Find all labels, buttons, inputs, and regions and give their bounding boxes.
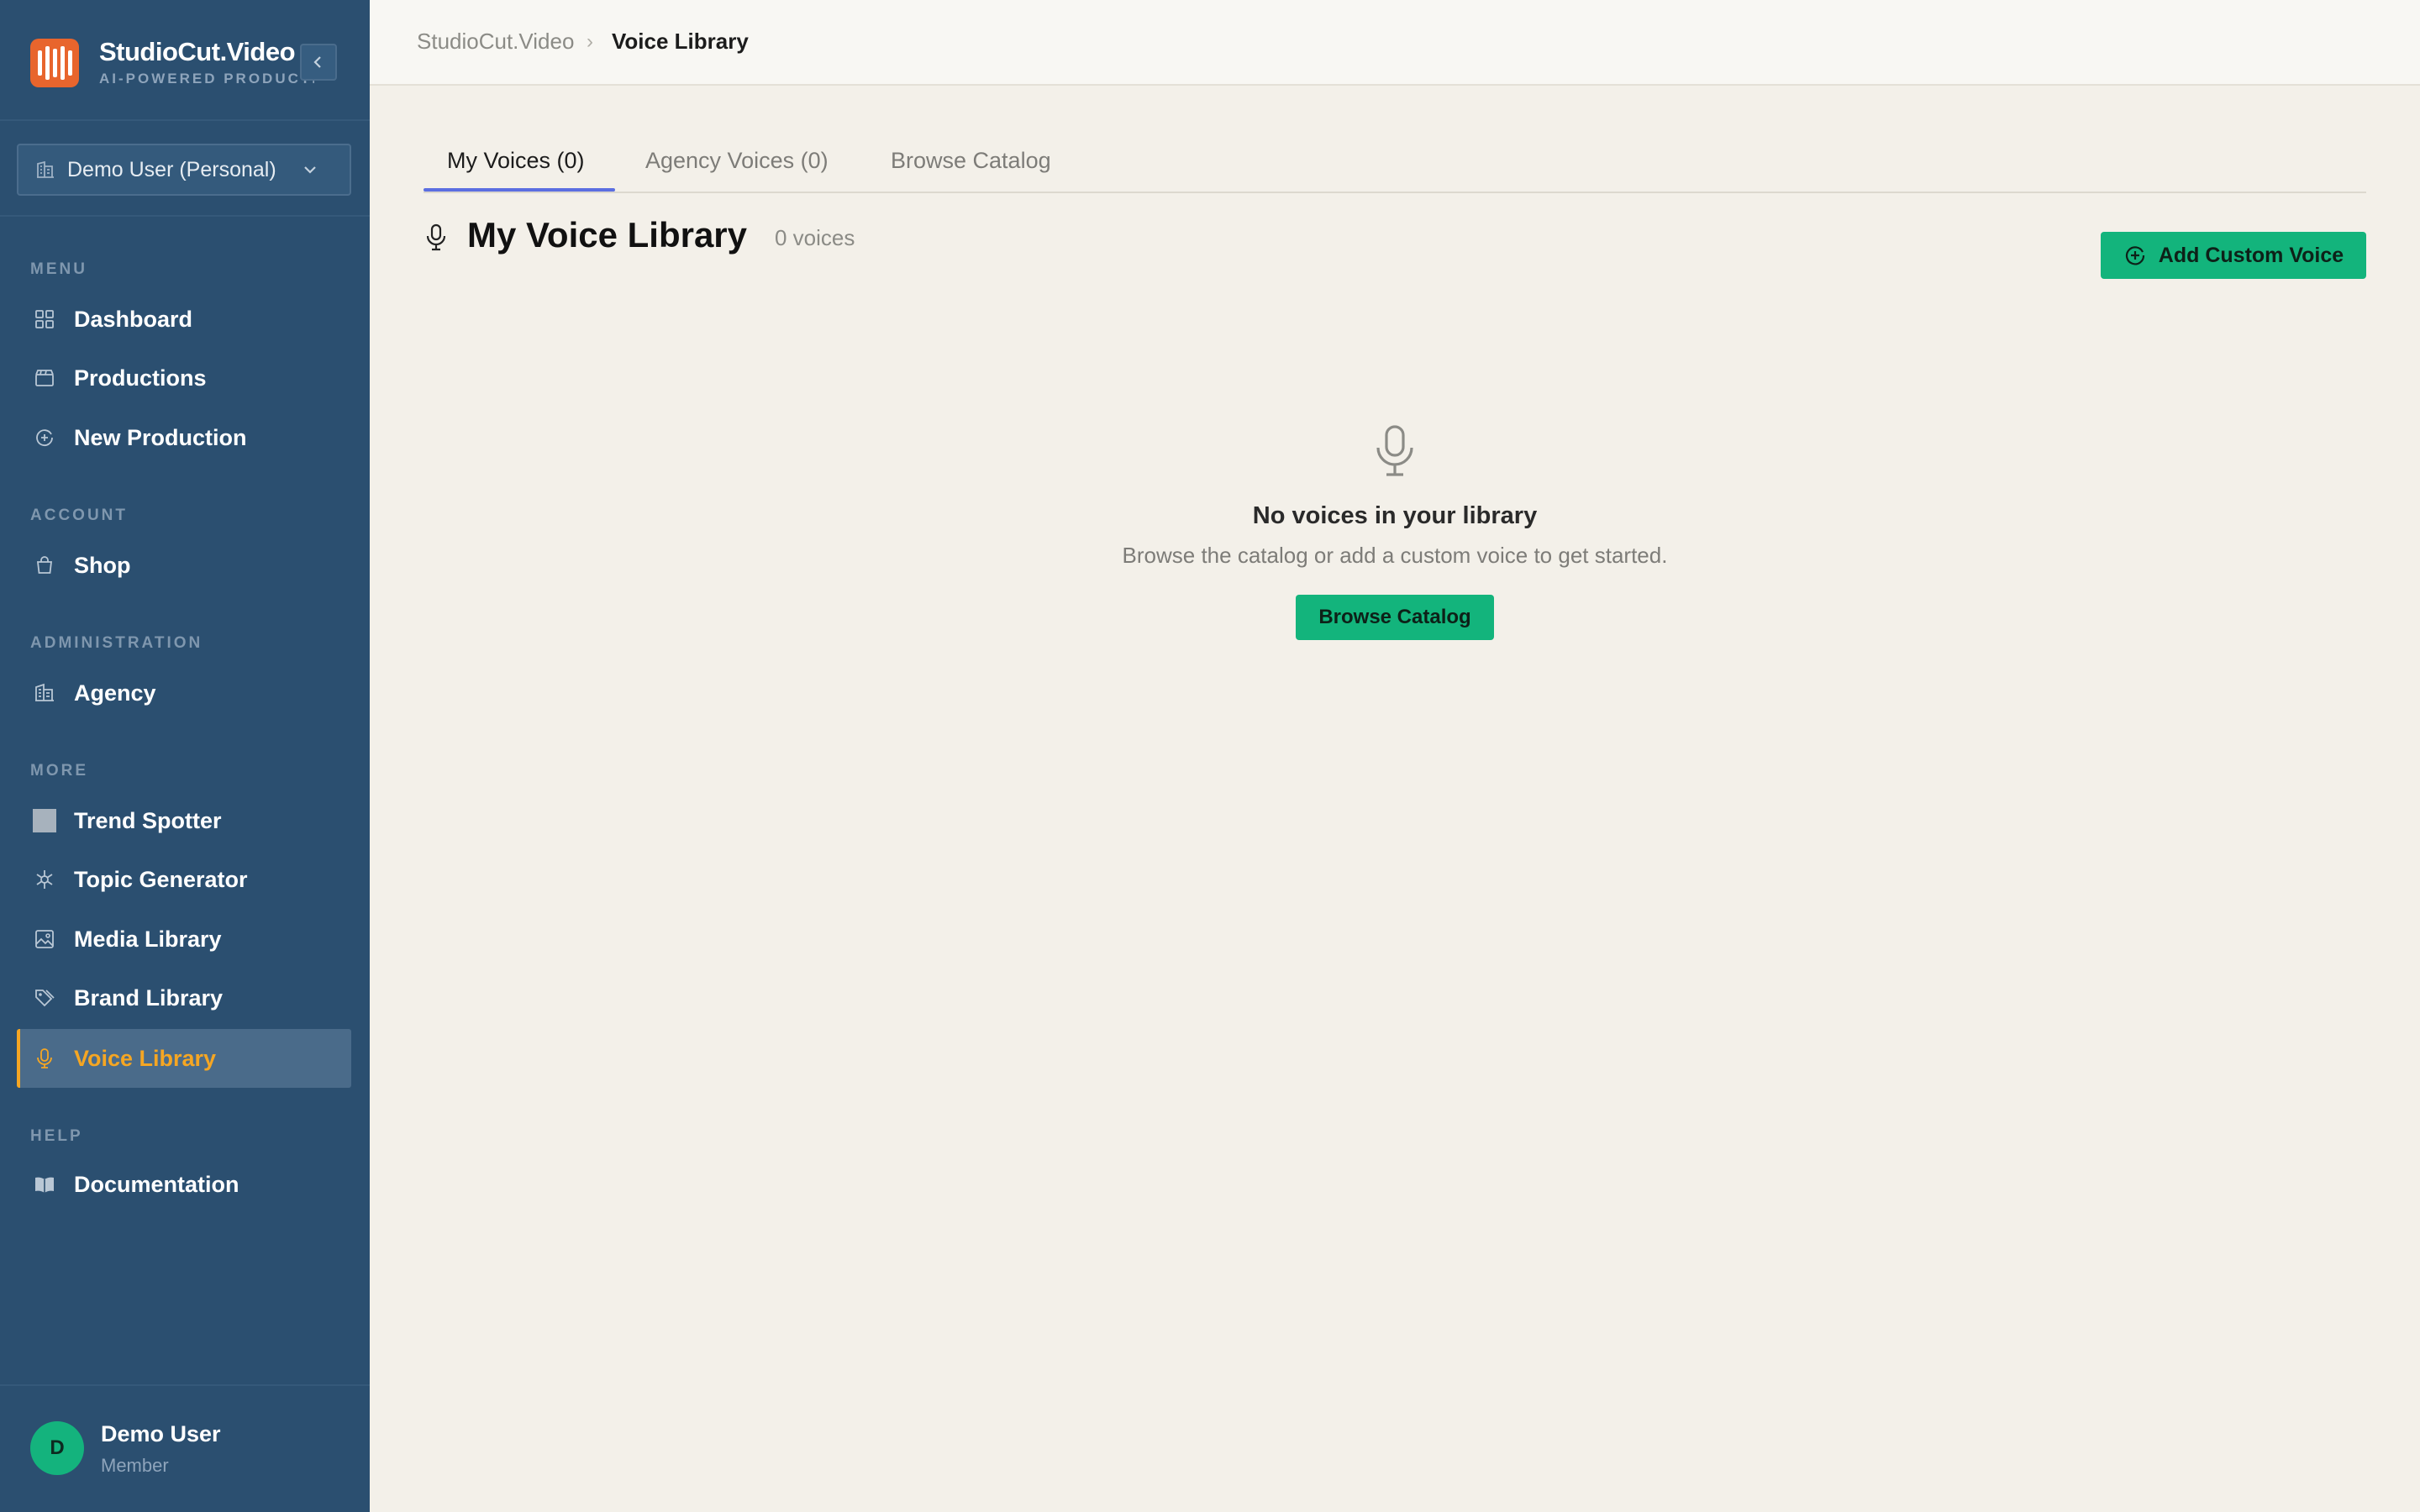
studiocut-logo-icon bbox=[30, 39, 79, 87]
voice-tabs: My Voices (0) Agency Voices (0) Browse C… bbox=[424, 134, 2366, 193]
tab-my-voices[interactable]: My Voices (0) bbox=[447, 148, 585, 174]
sidebar-item-label: Trend Spotter bbox=[74, 807, 222, 833]
microphone-icon bbox=[1376, 425, 1413, 476]
sidebar-item-shop[interactable]: Shop bbox=[17, 536, 351, 595]
sidebar-item-new-production[interactable]: New Production bbox=[17, 408, 351, 467]
plus-circle-icon bbox=[2125, 246, 2144, 265]
grid-icon bbox=[32, 307, 57, 332]
sidebar: StudioCut.Video AI-POWERED PRODUCTION De… bbox=[0, 0, 370, 1512]
chevron-down-icon bbox=[304, 166, 316, 174]
collapse-sidebar-button[interactable] bbox=[300, 44, 337, 81]
sidebar-item-label: New Production bbox=[74, 424, 247, 450]
building-icon bbox=[32, 680, 57, 706]
microphone-icon bbox=[32, 1046, 57, 1071]
sidebar-item-voice-library[interactable]: Voice Library bbox=[17, 1029, 351, 1088]
breadcrumb-current: Voice Library bbox=[612, 29, 749, 54]
plus-circle-icon bbox=[32, 425, 57, 450]
sidebar-divider bbox=[0, 215, 370, 217]
section-label-account: ACCOUNT bbox=[30, 507, 128, 524]
sidebar-item-label: Productions bbox=[74, 365, 207, 391]
sidebar-item-documentation[interactable]: Documentation bbox=[17, 1155, 351, 1214]
user-role: Member bbox=[101, 1455, 169, 1476]
sidebar-item-brand-library[interactable]: Brand Library bbox=[17, 969, 351, 1027]
brand[interactable]: StudioCut.Video AI-POWERED PRODUCTION bbox=[30, 37, 341, 89]
active-tab-indicator bbox=[424, 188, 615, 192]
browse-catalog-button[interactable]: Browse Catalog bbox=[1296, 595, 1494, 640]
sidebar-item-label: Documentation bbox=[74, 1171, 239, 1197]
empty-state-subtitle: Browse the catalog or add a custom voice… bbox=[1122, 543, 1668, 568]
sidebar-item-label: Brand Library bbox=[74, 984, 224, 1011]
section-label-help: HELP bbox=[30, 1127, 83, 1145]
account-switcher[interactable]: Demo User (Personal) bbox=[17, 144, 351, 196]
section-label-administration: ADMINISTRATION bbox=[30, 634, 203, 652]
book-icon bbox=[32, 1172, 57, 1197]
voice-count: 0 voices bbox=[775, 225, 855, 250]
app-tagline: AI-POWERED PRODUCTION bbox=[99, 71, 314, 87]
add-custom-voice-label: Add Custom Voice bbox=[2158, 243, 2344, 267]
tab-agency-voices[interactable]: Agency Voices (0) bbox=[645, 148, 829, 174]
shopping-bag-icon bbox=[32, 553, 57, 578]
empty-state-title: No voices in your library bbox=[1252, 502, 1538, 529]
user-profile[interactable]: D Demo User Member bbox=[0, 1384, 370, 1512]
sidebar-divider bbox=[0, 119, 370, 121]
sidebar-item-topic-generator[interactable]: Topic Generator bbox=[17, 850, 351, 909]
chevron-left-icon bbox=[313, 56, 321, 68]
section-label-more: MORE bbox=[30, 762, 88, 780]
sidebar-item-dashboard[interactable]: Dashboard bbox=[17, 290, 351, 349]
square-icon bbox=[32, 808, 57, 833]
app-name: StudioCut.Video bbox=[99, 37, 296, 66]
clapperboard-icon bbox=[32, 365, 57, 391]
browse-catalog-label: Browse Catalog bbox=[1318, 606, 1471, 628]
tab-browse-catalog[interactable]: Browse Catalog bbox=[891, 148, 1051, 174]
user-name: Demo User bbox=[101, 1421, 221, 1446]
sidebar-item-trend-spotter[interactable]: Trend Spotter bbox=[17, 791, 351, 850]
page-title: My Voice Library bbox=[467, 215, 748, 255]
tags-icon bbox=[32, 985, 57, 1011]
section-label-menu: MENU bbox=[30, 260, 87, 278]
sidebar-item-label: Voice Library bbox=[74, 1045, 217, 1071]
sidebar-item-label: Shop bbox=[74, 552, 131, 578]
account-switcher-label: Demo User (Personal) bbox=[67, 157, 276, 181]
sparkle-icon bbox=[32, 867, 57, 892]
microphone-icon bbox=[426, 223, 446, 251]
sidebar-item-productions[interactable]: Productions bbox=[17, 349, 351, 407]
sidebar-item-label: Topic Generator bbox=[74, 866, 248, 892]
image-icon bbox=[32, 927, 57, 952]
avatar: D bbox=[30, 1421, 84, 1475]
sidebar-item-label: Media Library bbox=[74, 926, 222, 952]
sidebar-item-media-library[interactable]: Media Library bbox=[17, 910, 351, 969]
sidebar-item-agency[interactable]: Agency bbox=[17, 664, 351, 722]
add-custom-voice-button[interactable]: Add Custom Voice bbox=[2101, 232, 2366, 279]
sidebar-item-label: Dashboard bbox=[74, 306, 193, 332]
sidebar-item-label: Agency bbox=[74, 680, 156, 706]
building-icon bbox=[37, 160, 54, 178]
breadcrumb-root[interactable]: StudioCut.Video bbox=[417, 29, 574, 55]
top-bar: StudioCut.Video › Voice Library bbox=[370, 0, 2420, 86]
breadcrumb-separator: › bbox=[587, 30, 593, 53]
